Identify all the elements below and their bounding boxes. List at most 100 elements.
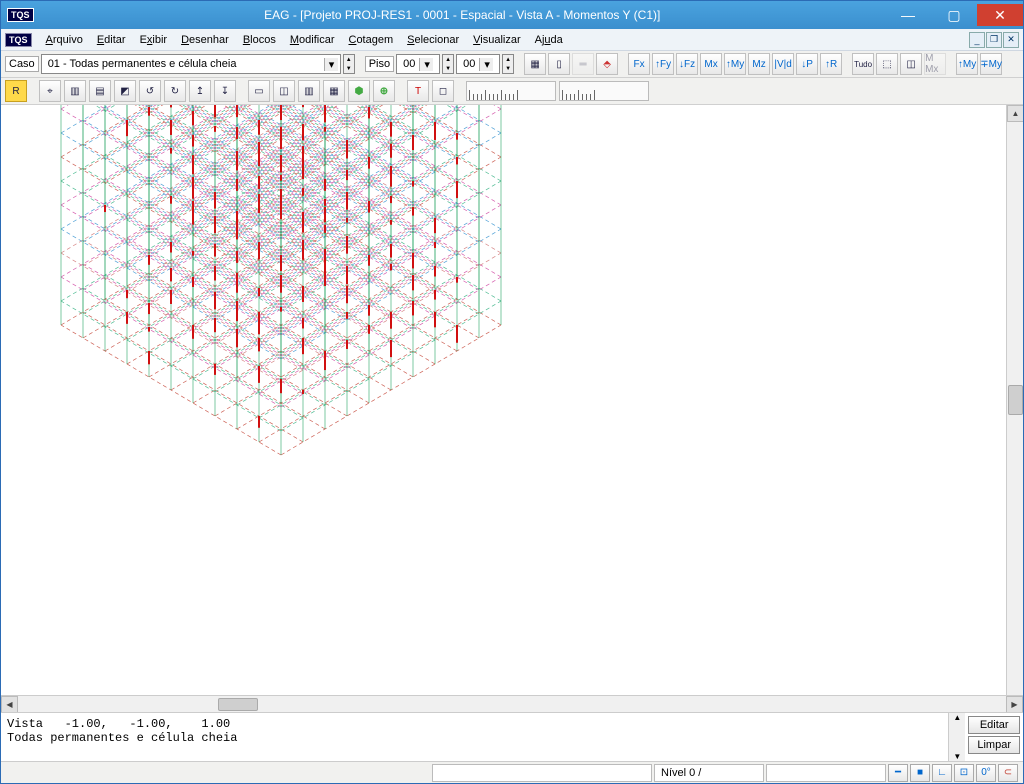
floor-to-spinner[interactable]: ▲▼ — [502, 54, 514, 74]
app-window: TQS EAG - [Projeto PROJ-RES1 - 0001 - Es… — [0, 0, 1024, 784]
render-button[interactable]: ⊕ — [373, 80, 395, 102]
dropdown-icon[interactable]: ▾ — [479, 58, 493, 71]
snap-midpoint-icon[interactable]: ■ — [910, 764, 930, 782]
toolbar-view: R ⌖ ▥ ▤ ◩ ↺ ↻ ↥ ↧ ▭ ◫ ▥ ▦ ⬢ ⊕ T ◻ — [1, 78, 1023, 105]
menu-ajuda[interactable]: Ajuda — [529, 32, 569, 48]
viewport: (function(){ var svgNS="http://www.w3.or… — [1, 105, 1023, 695]
magnet-icon[interactable]: ⊂ — [998, 764, 1018, 782]
dropdown-icon[interactable]: ▾ — [324, 58, 338, 71]
rotate-left-button[interactable]: ↺ — [139, 80, 161, 102]
app-logo-small: TQS — [5, 33, 32, 47]
scroll-up-icon[interactable]: ▲ — [1007, 105, 1023, 122]
ruler-2[interactable] — [559, 81, 649, 101]
snap-perp-icon[interactable]: ∟ — [932, 764, 952, 782]
menu-blocos[interactable]: Blocos — [237, 32, 282, 48]
menu-selecionar[interactable]: Selecionar — [401, 32, 465, 48]
case-label: Caso — [5, 56, 39, 72]
status-empty — [766, 764, 886, 782]
menubar: TQS Arquivo Editar Exibir Desenhar Bloco… — [1, 29, 1023, 51]
floor-from-combo[interactable]: 00▾ — [396, 54, 440, 74]
ruler-1[interactable] — [466, 81, 556, 101]
log-scroll-down-icon[interactable]: ▼ — [949, 752, 965, 761]
tudo-button[interactable]: Tudo — [852, 53, 874, 75]
toolbar-case: Caso 01 - Todas permanentes e célula che… — [1, 51, 1023, 78]
front-view-button[interactable]: ▥ — [64, 80, 86, 102]
rotate-right-button[interactable]: ↻ — [164, 80, 186, 102]
mx-button[interactable]: Mx — [700, 53, 722, 75]
r-button[interactable]: ↑R — [820, 53, 842, 75]
snap-endpoint-icon[interactable]: ━ — [888, 764, 908, 782]
case-combo[interactable]: 01 - Todas permanentes e célula cheia ▾ — [41, 54, 341, 74]
menu-modificar[interactable]: Modificar — [284, 32, 341, 48]
filter1-button[interactable]: ⬚ — [876, 53, 898, 75]
mz-button[interactable]: Mz — [748, 53, 770, 75]
command-area: Vista -1.00, -1.00, 1.00 Todas permanent… — [1, 712, 1023, 761]
my-minus-button[interactable]: ∓My — [980, 53, 1002, 75]
p-button[interactable]: ↓P — [796, 53, 818, 75]
layout2-button[interactable]: ◫ — [273, 80, 295, 102]
vertical-scrollbar[interactable]: ▲ — [1006, 105, 1023, 695]
mmx-button[interactable]: M Mx — [924, 53, 946, 75]
menu-exibir[interactable]: Exibir — [134, 32, 174, 48]
status-nivel: Nível 0 / — [654, 764, 764, 782]
titlebar: TQS EAG - [Projeto PROJ-RES1 - 0001 - Es… — [1, 1, 1023, 29]
menu-arquivo[interactable]: Arquivo — [40, 32, 89, 48]
layout3-button[interactable]: ▥ — [298, 80, 320, 102]
floor-label: Piso — [365, 56, 394, 72]
fz-button[interactable]: ↓Fz — [676, 53, 698, 75]
app-logo-chip: TQS — [7, 8, 34, 22]
vd-button[interactable]: |V|d — [772, 53, 794, 75]
vscroll-thumb[interactable] — [1008, 385, 1023, 415]
rotate-down-button[interactable]: ↧ — [214, 80, 236, 102]
statusbar: Nível 0 / ━ ■ ∟ ⊡ 0° ⊂ — [1, 761, 1023, 783]
text-button[interactable]: T — [407, 80, 429, 102]
menu-editar[interactable]: Editar — [91, 32, 132, 48]
floor-from-spinner[interactable]: ▲▼ — [442, 54, 454, 74]
menu-desenhar[interactable]: Desenhar — [175, 32, 235, 48]
snap-node-icon[interactable]: ⊡ — [954, 764, 974, 782]
beam-view-button[interactable]: ═ — [572, 53, 594, 75]
horizontal-scrollbar[interactable]: ◀ ▶ — [1, 695, 1023, 712]
floor-to-combo[interactable]: 00▾ — [456, 54, 500, 74]
fx-button[interactable]: Fx — [628, 53, 650, 75]
mdi-minimize-button[interactable]: _ — [969, 32, 985, 48]
case-spinner[interactable]: ▲▼ — [343, 54, 355, 74]
forces-button[interactable]: ⬘ — [596, 53, 618, 75]
my-plus-button[interactable]: ↑My — [956, 53, 978, 75]
menu-cotagem[interactable]: Cotagem — [342, 32, 399, 48]
case-combo-value: 01 - Todas permanentes e célula cheia — [44, 58, 324, 70]
status-coords — [432, 764, 652, 782]
log-scrollbar[interactable]: ▲ ▼ — [948, 713, 965, 761]
command-log: Vista -1.00, -1.00, 1.00 Todas permanent… — [1, 713, 948, 761]
log-scroll-up-icon[interactable]: ▲ — [949, 713, 965, 722]
layout1-button[interactable]: ▭ — [248, 80, 270, 102]
3d-button[interactable]: ⬢ — [348, 80, 370, 102]
mdi-restore-button[interactable]: ❐ — [986, 32, 1002, 48]
side-view-button[interactable]: ▤ — [89, 80, 111, 102]
maximize-button[interactable]: ▢ — [931, 4, 977, 26]
limpar-button[interactable]: Limpar — [968, 736, 1020, 754]
filter2-button[interactable]: ◫ — [900, 53, 922, 75]
fy-button[interactable]: ↑Fy — [652, 53, 674, 75]
angle-chip[interactable]: 0° — [976, 764, 996, 782]
close-button[interactable]: ✕ — [977, 4, 1023, 26]
rotate-up-button[interactable]: ↥ — [189, 80, 211, 102]
hscroll-thumb[interactable] — [218, 698, 258, 711]
scroll-right-icon[interactable]: ▶ — [1006, 696, 1023, 713]
editar-button[interactable]: Editar — [968, 716, 1020, 734]
capture-button[interactable]: ◻ — [432, 80, 454, 102]
layout4-button[interactable]: ▦ — [323, 80, 345, 102]
plan-view-button[interactable]: ⌖ — [39, 80, 61, 102]
drawing-canvas[interactable]: (function(){ var svgNS="http://www.w3.or… — [1, 105, 1006, 695]
column-view-button[interactable]: ▯ — [548, 53, 570, 75]
mdi-close-button[interactable]: ✕ — [1003, 32, 1019, 48]
scroll-left-icon[interactable]: ◀ — [1, 696, 18, 713]
menu-visualizar[interactable]: Visualizar — [467, 32, 527, 48]
iso-view-button[interactable]: ◩ — [114, 80, 136, 102]
window-title: EAG - [Projeto PROJ-RES1 - 0001 - Espaci… — [40, 8, 885, 22]
dropdown-icon[interactable]: ▾ — [419, 58, 433, 71]
r-toggle-button[interactable]: R — [5, 80, 27, 102]
grid-toggle-button[interactable]: ▦ — [524, 53, 546, 75]
my-button[interactable]: ↑My — [724, 53, 746, 75]
minimize-button[interactable]: — — [885, 4, 931, 26]
